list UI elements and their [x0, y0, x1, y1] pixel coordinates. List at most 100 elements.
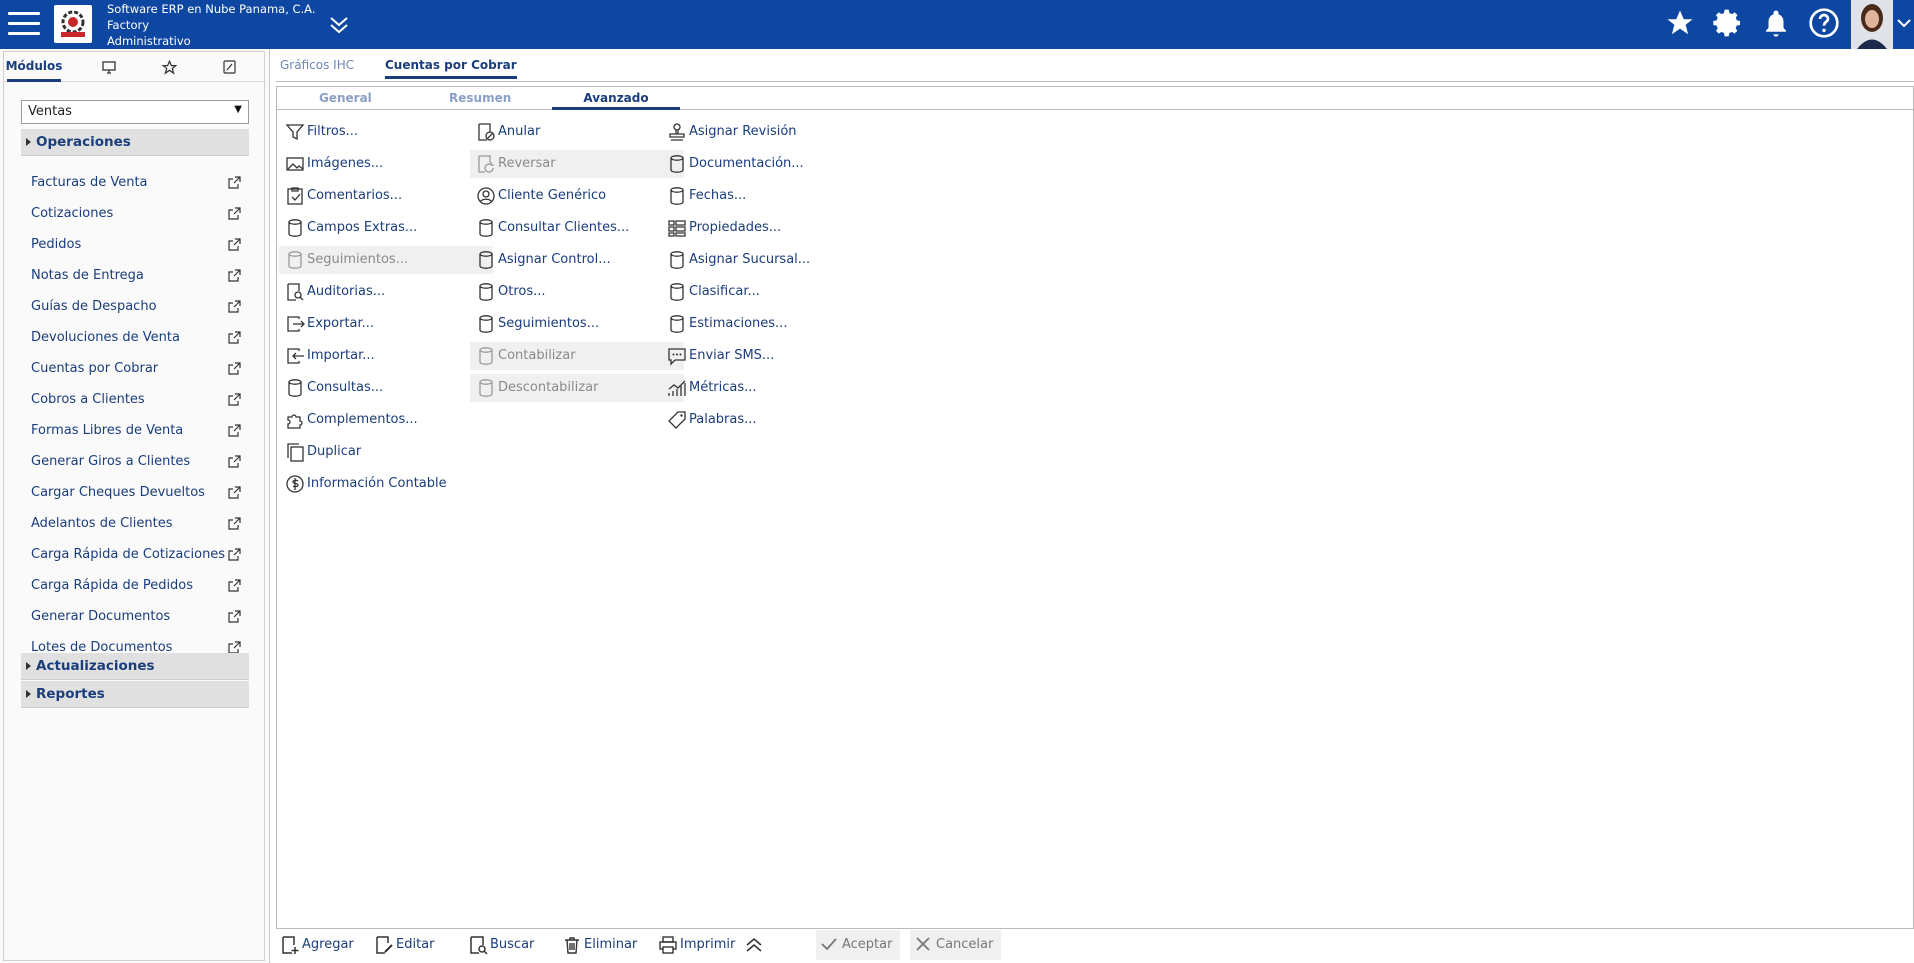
- menu-item[interactable]: Adelantos de Clientes: [31, 516, 246, 542]
- action-item[interactable]: Duplicar: [279, 438, 493, 466]
- external-link-icon[interactable]: [228, 393, 241, 406]
- external-link-icon[interactable]: [228, 548, 241, 561]
- action-item[interactable]: Complementos...: [279, 406, 493, 434]
- bell-icon[interactable]: [1761, 7, 1791, 43]
- module-select[interactable]: Ventas ▼: [21, 100, 249, 124]
- menu-item[interactable]: Guías de Despacho: [31, 299, 246, 325]
- menu-item[interactable]: Facturas de Venta: [31, 175, 246, 201]
- menu-item-label: Cotizaciones: [31, 206, 114, 221]
- external-link-icon[interactable]: [228, 424, 241, 437]
- menu-item[interactable]: Carga Rápida de Cotizaciones: [31, 547, 246, 573]
- action-item[interactable]: Otros...: [470, 278, 684, 306]
- cancel-button[interactable]: Cancelar: [910, 930, 1002, 960]
- help-icon[interactable]: [1808, 7, 1840, 43]
- double-chevron-down-icon[interactable]: [326, 13, 352, 37]
- tab-avanzado[interactable]: Avanzado: [552, 91, 680, 110]
- action-item[interactable]: Contabilizar: [470, 342, 684, 370]
- external-link-icon[interactable]: [228, 455, 241, 468]
- action-item[interactable]: Asignar Revisión: [661, 118, 875, 146]
- action-item[interactable]: Seguimientos...: [279, 246, 493, 274]
- action-item[interactable]: Reversar: [470, 150, 684, 178]
- action-item[interactable]: Clasificar...: [661, 278, 875, 306]
- action-item[interactable]: Importar...: [279, 342, 493, 370]
- action-item[interactable]: Estimaciones...: [661, 310, 875, 338]
- delete-button[interactable]: Eliminar: [560, 930, 637, 960]
- external-link-icon[interactable]: [228, 300, 241, 313]
- action-item[interactable]: Fechas...: [661, 182, 875, 210]
- menu-item[interactable]: Cargar Cheques Devueltos: [31, 485, 246, 511]
- cancel-document-icon: [476, 122, 496, 142]
- action-item[interactable]: Seguimientos...: [470, 310, 684, 338]
- menu-item[interactable]: Cotizaciones: [31, 206, 246, 232]
- menu-item[interactable]: Generar Documentos: [31, 609, 246, 635]
- menu-item[interactable]: Carga Rápida de Pedidos: [31, 578, 246, 604]
- action-item[interactable]: Consultar Clientes...: [470, 214, 684, 242]
- action-item[interactable]: Propiedades...: [661, 214, 875, 242]
- tab-graficos-ihc[interactable]: Gráficos IHC: [280, 58, 354, 72]
- external-link-icon[interactable]: [228, 610, 241, 623]
- action-item[interactable]: Auditorias...: [279, 278, 493, 306]
- external-link-icon[interactable]: [228, 238, 241, 251]
- action-item-label: Cliente Genérico: [498, 188, 607, 203]
- action-item[interactable]: Descontabilizar: [470, 374, 684, 402]
- external-link-icon[interactable]: [228, 176, 241, 189]
- action-item[interactable]: Asignar Control...: [470, 246, 684, 274]
- action-item[interactable]: Información Contable: [279, 470, 493, 498]
- menu-item[interactable]: Generar Giros a Clientes: [31, 454, 246, 480]
- star-outline-icon[interactable]: [154, 52, 184, 82]
- external-link-icon[interactable]: [228, 331, 241, 344]
- hamburger-menu-icon[interactable]: [8, 12, 40, 38]
- menu-item[interactable]: Formas Libres de Venta: [31, 423, 246, 449]
- menu-item[interactable]: Cobros a Clientes: [31, 392, 246, 418]
- action-item-label: Documentación...: [689, 156, 804, 171]
- action-item[interactable]: Asignar Sucursal...: [661, 246, 875, 274]
- star-icon[interactable]: [1665, 7, 1695, 43]
- external-link-icon[interactable]: [228, 517, 241, 530]
- action-item[interactable]: Palabras...: [661, 406, 875, 434]
- action-item[interactable]: Imágenes...: [279, 150, 493, 178]
- section-actualizaciones[interactable]: Actualizaciones: [21, 653, 249, 680]
- user-avatar[interactable]: [1851, 0, 1893, 49]
- add-button[interactable]: Agregar: [278, 930, 354, 960]
- printer-icon: [658, 935, 678, 955]
- tab-modulos[interactable]: Módulos: [6, 52, 62, 82]
- menu-item[interactable]: Cuentas por Cobrar: [31, 361, 246, 387]
- chevron-down-icon[interactable]: [1896, 16, 1912, 32]
- edit-document-icon[interactable]: [214, 52, 244, 82]
- gear-icon[interactable]: [1712, 7, 1744, 43]
- module-select-value: Ventas: [28, 104, 72, 119]
- tab-general[interactable]: General: [319, 91, 372, 105]
- action-item[interactable]: Campos Extras...: [279, 214, 493, 242]
- tab-cuentas-por-cobrar[interactable]: Cuentas por Cobrar: [385, 58, 517, 79]
- external-link-icon[interactable]: [228, 269, 241, 282]
- action-item[interactable]: Filtros...: [279, 118, 493, 146]
- edit-button[interactable]: Editar: [372, 930, 435, 960]
- section-operaciones[interactable]: Operaciones: [21, 129, 249, 156]
- action-item[interactable]: Consultas...: [279, 374, 493, 402]
- action-item-label: Estimaciones...: [689, 316, 788, 331]
- external-link-icon[interactable]: [228, 207, 241, 220]
- action-item[interactable]: Cliente Genérico: [470, 182, 684, 210]
- company-branch: Factory: [107, 18, 150, 32]
- action-item[interactable]: Documentación...: [661, 150, 875, 178]
- print-button[interactable]: Imprimir: [656, 930, 735, 960]
- external-link-icon[interactable]: [228, 579, 241, 592]
- action-item[interactable]: Anular: [470, 118, 684, 146]
- section-reportes[interactable]: Reportes: [21, 681, 249, 708]
- monitor-icon[interactable]: [94, 52, 124, 82]
- search-button[interactable]: Buscar: [466, 930, 534, 960]
- dollar-icon: [285, 474, 305, 494]
- action-item[interactable]: Exportar...: [279, 310, 493, 338]
- action-item[interactable]: Comentarios...: [279, 182, 493, 210]
- tab-resumen[interactable]: Resumen: [449, 91, 511, 105]
- menu-item[interactable]: Pedidos: [31, 237, 246, 263]
- external-link-icon[interactable]: [228, 362, 241, 375]
- menu-item[interactable]: Notas de Entrega: [31, 268, 246, 294]
- accept-button[interactable]: Aceptar: [816, 930, 901, 960]
- action-item[interactable]: Métricas...: [661, 374, 875, 402]
- double-chevron-up-icon[interactable]: [744, 930, 764, 960]
- external-link-icon[interactable]: [228, 486, 241, 499]
- action-item-label: Fechas...: [689, 188, 747, 203]
- menu-item[interactable]: Devoluciones de Venta: [31, 330, 246, 356]
- action-item[interactable]: Enviar SMS...: [661, 342, 875, 370]
